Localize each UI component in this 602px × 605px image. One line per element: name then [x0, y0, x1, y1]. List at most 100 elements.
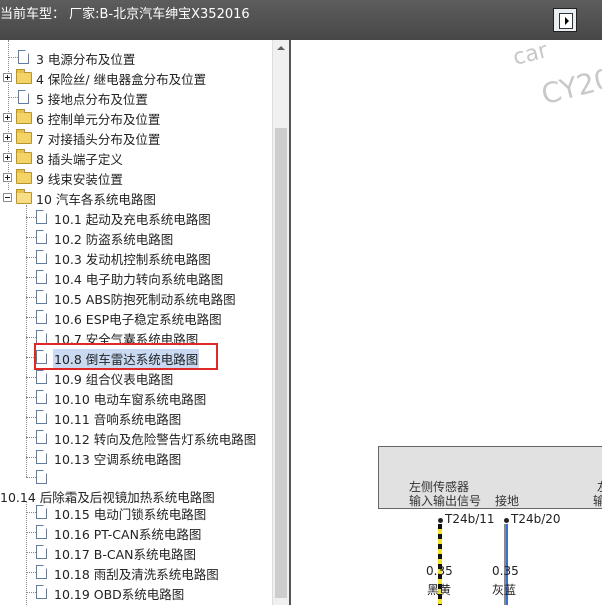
- folder-icon: [16, 149, 32, 164]
- window-title: 当前车型： 厂家:B-北京汽车绅宝X352016: [0, 7, 250, 22]
- tree-item[interactable]: 4 保险丝/ 继电器盒分布及位置: [0, 67, 270, 87]
- tree-item-label: 8 插头端子定义: [36, 152, 123, 167]
- page-icon: [36, 330, 47, 344]
- tree-scrollbar[interactable]: [272, 40, 289, 605]
- expand-icon[interactable]: [3, 173, 12, 182]
- page-icon: [36, 270, 47, 284]
- page-icon: [36, 290, 47, 304]
- tree-item[interactable]: 10.1 起动及充电系统电路图: [0, 207, 270, 227]
- tree-item[interactable]: 10.10 电动车窗系统电路图: [0, 387, 270, 407]
- folder-icon: [16, 109, 32, 124]
- page-icon: [36, 390, 47, 404]
- expand-icon[interactable]: [3, 73, 12, 82]
- page-icon: [36, 525, 47, 539]
- page-icon: [36, 565, 47, 579]
- tree-item[interactable]: 10.3 发动机控制系统电路图: [0, 247, 270, 267]
- wire-gauge-label: 0.35: [492, 564, 519, 578]
- tree-item[interactable]: 5 接地点分布及位置: [0, 87, 270, 107]
- tree-item-label: 10.13 空调系统电路图: [54, 452, 182, 467]
- tree-item[interactable]: 10.5 ABS防抱死制动系统电路图: [0, 287, 270, 307]
- pin-label: T24b/20: [511, 512, 561, 526]
- watermark-text: car: [510, 40, 551, 71]
- tree-item[interactable]: 10.11 音响系统电路图: [0, 407, 270, 427]
- title-bar: 当前车型： 厂家:B-北京汽车绅宝X352016: [0, 0, 602, 40]
- tree-item[interactable]: 10.9 组合仪表电路图: [0, 367, 270, 387]
- connector-pin: [504, 518, 509, 523]
- page-icon: [36, 230, 47, 244]
- expand-icon[interactable]: [3, 113, 12, 122]
- tree-item[interactable]: 3 电源分布及位置: [0, 47, 270, 67]
- tree-item-label: 10 汽车各系统电路图: [36, 192, 156, 207]
- highlight-box: [34, 343, 218, 370]
- tree-item-label: 10.9 组合仪表电路图: [54, 372, 174, 387]
- page-icon: [36, 210, 47, 224]
- tree-item[interactable]: 10.15 电动门锁系统电路图: [0, 502, 270, 522]
- tree-item[interactable]: 10.2 防盗系统电路图: [0, 227, 270, 247]
- tree-item-label: 10.16 PT-CAN系统电路图: [54, 527, 202, 542]
- page-icon: [36, 470, 47, 484]
- tree-item-label: 10.4 电子助力转向系统电路图: [54, 272, 224, 287]
- tree-item-label: 10.19 OBD系统电路图: [54, 587, 185, 602]
- tree-item[interactable]: [0, 467, 270, 487]
- toggle-panel-button[interactable]: [553, 8, 577, 32]
- wire-color-label: 黑黄: [427, 583, 452, 597]
- tree-item-label: 6 控制单元分布及位置: [36, 112, 161, 127]
- tree-item[interactable]: 10.6 ESP电子稳定系统电路图: [0, 307, 270, 327]
- page-icon: [36, 370, 47, 384]
- tree-item[interactable]: 10 汽车各系统电路图: [0, 187, 270, 207]
- tree-item[interactable]: 10.12 转向及危险警告灯系统电路图: [0, 427, 270, 447]
- connector-pin: [438, 518, 443, 523]
- tree-item[interactable]: 10.17 B-CAN系统电路图: [0, 542, 270, 562]
- tree-item[interactable]: 6 控制单元分布及位置: [0, 107, 270, 127]
- folder-icon: [16, 69, 32, 84]
- tree-item-label: 10.1 起动及充电系统电路图: [54, 212, 211, 227]
- scroll-up-icon[interactable]: [273, 40, 289, 56]
- tree-item-label: 10.18 雨刮及清洗系统电路图: [54, 567, 219, 582]
- tree-item-label: 10.6 ESP电子稳定系统电路图: [54, 312, 222, 327]
- tree-item-label: 10.5 ABS防抱死制动系统电路图: [54, 292, 236, 307]
- expand-icon[interactable]: [3, 153, 12, 162]
- tree-item-label: 10.11 音响系统电路图: [54, 412, 182, 427]
- folder-icon: [16, 169, 32, 184]
- pin-label: T24b/11: [445, 512, 495, 526]
- page-icon: [36, 585, 47, 599]
- page-icon: [36, 545, 47, 559]
- tree-item-label: 10.2 防盗系统电路图: [54, 232, 174, 247]
- tree-item-label: 10.3 发动机控制系统电路图: [54, 252, 211, 267]
- component-label-cut: 输: [593, 494, 602, 508]
- page-icon: [36, 505, 47, 519]
- tree-item-label: 3 电源分布及位置: [36, 52, 136, 67]
- tree-item[interactable]: 10.16 PT-CAN系统电路图: [0, 522, 270, 542]
- page-icon: [18, 90, 29, 104]
- tree-item-label: 10.17 B-CAN系统电路图: [54, 547, 196, 562]
- tree-item-label: 10.15 电动门锁系统电路图: [54, 507, 207, 522]
- wire-gauge-label: 0.35: [426, 564, 453, 578]
- page-icon: [36, 410, 47, 424]
- tree-item-label: 4 保险丝/ 继电器盒分布及位置: [36, 72, 207, 87]
- folder-icon: [16, 129, 32, 144]
- page-icon: [36, 310, 47, 324]
- watermark-text: CY20: [538, 61, 602, 112]
- tree-item-label: 5 接地点分布及位置: [36, 92, 148, 107]
- pin-function-label: 输入输出信号: [409, 494, 482, 508]
- tree-item[interactable]: 7 对接插头分布及位置: [0, 127, 270, 147]
- wire-color-label: 灰蓝: [492, 583, 517, 597]
- tree-item-label: 10.10 电动车窗系统电路图: [54, 392, 207, 407]
- tree-item[interactable]: 10.13 空调系统电路图: [0, 447, 270, 467]
- scrollbar-thumb[interactable]: [275, 128, 287, 598]
- tree-item[interactable]: 10.18 雨刮及清洗系统电路图: [0, 562, 270, 582]
- collapse-icon[interactable]: [3, 193, 12, 202]
- page-icon: [36, 250, 47, 264]
- pin-function-label: 接地: [495, 494, 520, 508]
- diagram-panel: car CY20 左侧传感器 输入输出信号 接地 左 输 T24b/11 0.3…: [291, 40, 602, 605]
- tree-item[interactable]: 9 线束安装位置: [0, 167, 270, 187]
- tree-item-label: 7 对接插头分布及位置: [36, 132, 161, 147]
- tree-item[interactable]: 10.19 OBD系统电路图: [0, 582, 270, 602]
- page-icon: [18, 50, 29, 64]
- tree-item[interactable]: 8 插头端子定义: [0, 147, 270, 167]
- tree-item-label: 9 线束安装位置: [36, 172, 123, 187]
- expand-icon[interactable]: [3, 133, 12, 142]
- tree-item[interactable]: 10.4 电子助力转向系统电路图: [0, 267, 270, 287]
- tree-item-label: 10.12 转向及危险警告灯系统电路图: [54, 432, 257, 447]
- tree-panel: 3 电源分布及位置 4 保险丝/ 继电器盒分布及位置 5 接地点分布及位置 6 …: [0, 40, 272, 605]
